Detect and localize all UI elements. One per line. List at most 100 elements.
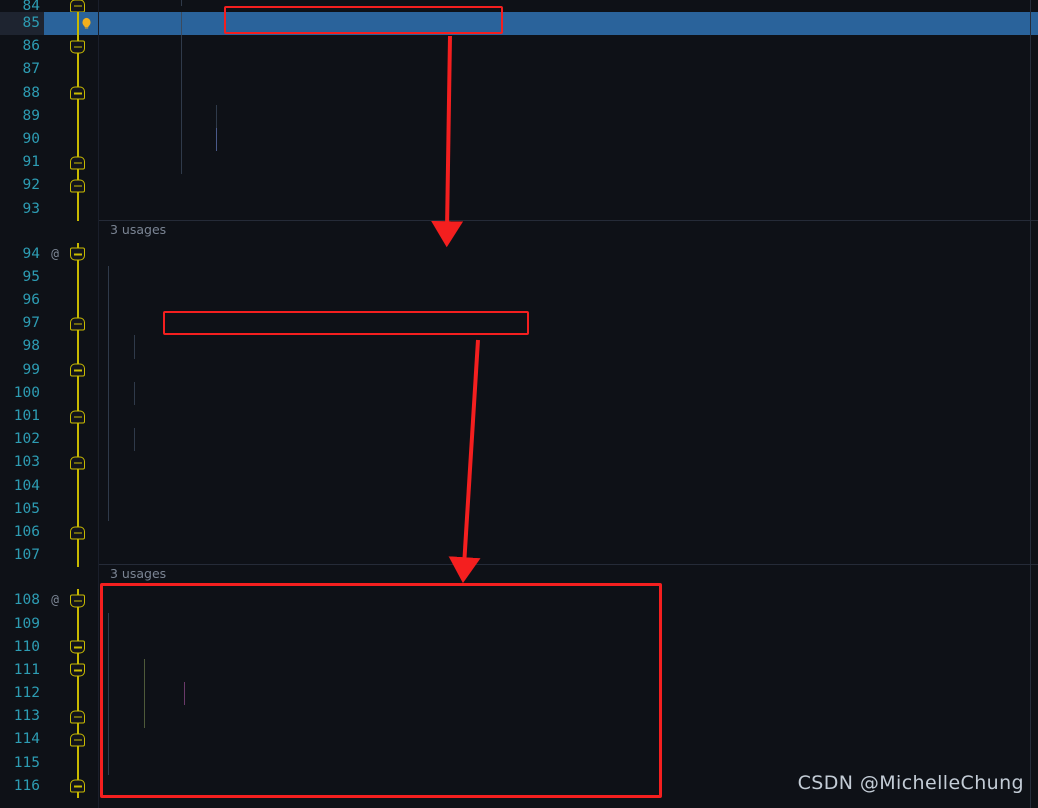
editor-surface[interactable]: 84 } 85 — [0, 0, 1038, 808]
fold-rail[interactable] — [66, 428, 88, 452]
fold-marker-down[interactable] — [66, 589, 88, 613]
code-content-97[interactable]: if (findMagic( expected: XLSX.magic, act… — [98, 312, 1038, 336]
code-line-98[interactable]: 98 return XLSX; — [0, 335, 1038, 359]
fold-marker-down[interactable] — [66, 35, 88, 59]
usages-label-top[interactable]: 3 usages — [110, 222, 166, 238]
code-line-101[interactable]: 101 } else if (findMagic( expected: XLS.… — [0, 405, 1038, 429]
fold-marker-up[interactable] — [66, 312, 88, 336]
code-line-104[interactable]: 104 throw new ExcelCommonException( — [0, 474, 1038, 498]
code-line-108[interactable]: 108 @ private static boolean findMagic(b… — [0, 589, 1038, 613]
code-line-103[interactable]: 103 } — [0, 451, 1038, 475]
fold-rail[interactable] — [66, 381, 88, 405]
code-content-110[interactable]: for (byte expectedByte : expected) { — [98, 635, 1038, 659]
fold-rail[interactable] — [66, 335, 88, 359]
code-content-85[interactable]: return recognitionExcelType(inputStream)… — [98, 12, 1038, 36]
code-content-90[interactable]: "Convert excel format exception.You can … — [98, 127, 1038, 152]
code-content-89[interactable]: throw new ExcelCommonException( — [98, 104, 1038, 128]
fold-rail[interactable] — [66, 197, 88, 221]
fold-marker-up[interactable] — [66, 405, 88, 429]
code-line-95[interactable]: 95 // Grab the first bytes of this strea… — [0, 265, 1038, 290]
fold-marker-up[interactable] — [66, 81, 88, 105]
fold-marker-up[interactable] — [66, 0, 88, 13]
code-line-106[interactable]: 106 } — [0, 520, 1038, 545]
code-content-105[interactable]: "Convert excel format exception.You can … — [98, 497, 1038, 521]
code-content-87[interactable]: throw e; — [98, 58, 1038, 82]
fold-marker-up[interactable] — [66, 520, 88, 545]
code-content-103[interactable]: } — [98, 451, 1038, 475]
code-line-111[interactable]: 111 if (actual[i++] != expectedByte && e… — [0, 658, 1038, 683]
fold-marker-up[interactable] — [66, 774, 88, 798]
line-number: 110 — [13, 638, 40, 655]
fold-marker-down[interactable] — [66, 658, 88, 683]
code-line-105[interactable]: 105 "Convert excel format exception.You … — [0, 497, 1038, 521]
code-content-109[interactable]: int i = 0; — [98, 612, 1038, 636]
fold-rail[interactable] — [66, 265, 88, 290]
code-line-92[interactable]: 92 } — [0, 174, 1038, 198]
code-line-100[interactable]: 100 return CSV; — [0, 381, 1038, 405]
code-content-101[interactable]: } else if (findMagic( expected: XLS.magi… — [98, 405, 1038, 429]
code-line-94[interactable]: 94 @ private static ExcelTypeEnum recogn… — [0, 242, 1038, 266]
code-content-95[interactable]: // Grab the first bytes of this stream — [98, 265, 1038, 290]
fold-rail[interactable] — [66, 751, 88, 775]
code-content-112[interactable]: return false; — [98, 682, 1038, 706]
fold-rail[interactable] — [66, 104, 88, 128]
code-line-112[interactable]: 112 return false; — [0, 682, 1038, 706]
code-line-84[interactable]: 84 } — [0, 0, 1038, 13]
code-line-109[interactable]: 109 int i = 0; — [0, 612, 1038, 636]
code-line-91[interactable]: 91 } — [0, 151, 1038, 175]
code-line-97[interactable]: 97 if (findMagic( expected: XLSX.magic, … — [0, 312, 1038, 336]
annotation-marker[interactable]: @ — [44, 589, 66, 612]
fold-marker-up[interactable] — [66, 451, 88, 475]
code-content-91[interactable]: } — [98, 151, 1038, 175]
fold-rail[interactable] — [66, 127, 88, 152]
code-line-85[interactable]: 85 return recognitionExcelType(inputStre… — [0, 12, 1038, 36]
code-line-89[interactable]: 89 throw new ExcelCommonException( — [0, 104, 1038, 128]
fold-marker-down[interactable] — [66, 635, 88, 659]
code-content-93[interactable] — [98, 198, 1038, 221]
code-content-99[interactable]: } else if (findMagic( expected: CSV.magi… — [98, 358, 1038, 382]
code-content-111[interactable]: if (actual[i++] != expectedByte && expec… — [98, 658, 1038, 683]
fold-marker-up[interactable] — [66, 358, 88, 382]
code-content-92[interactable]: } — [98, 174, 1038, 197]
fold-rail[interactable] — [66, 58, 88, 82]
code-content-84[interactable]: } — [98, 0, 1038, 6]
line-number: 86 — [22, 38, 40, 55]
fold-rail[interactable] — [66, 497, 88, 521]
code-line-102[interactable]: 102 return XLS; — [0, 428, 1038, 452]
fold-marker-up[interactable] — [66, 151, 88, 175]
code-line-96[interactable]: 96 byte[] data = IOUtils.peekFirstNBytes… — [0, 289, 1038, 313]
fold-rail[interactable] — [66, 682, 88, 706]
code-content-113[interactable]: } — [98, 705, 1038, 729]
fold-marker-up[interactable] — [66, 174, 88, 198]
fold-rail[interactable] — [66, 612, 88, 636]
code-content-88[interactable]: } catch (Exception e) { — [98, 81, 1038, 105]
code-line-88[interactable]: 88 } catch (Exception e) { — [0, 81, 1038, 105]
code-line-113[interactable]: 113 } — [0, 705, 1038, 729]
fold-rail[interactable] — [66, 544, 88, 568]
code-content-96[interactable]: byte[] data = IOUtils.peekFirstNBytes(in… — [98, 289, 1038, 313]
code-content-114[interactable]: } — [98, 728, 1038, 752]
code-content-100[interactable]: return CSV; — [98, 381, 1038, 405]
fold-marker-up[interactable] — [66, 728, 88, 752]
code-line-90[interactable]: 90 "Convert excel format exception.You c… — [0, 127, 1038, 152]
code-line-87[interactable]: 87 throw e; — [0, 58, 1038, 82]
code-line-86[interactable]: 86 } catch (ExcelCommonException e) { — [0, 35, 1038, 59]
code-line-93[interactable]: 93 — [0, 197, 1038, 221]
annotation-marker[interactable]: @ — [44, 243, 66, 266]
fold-rail[interactable] — [66, 289, 88, 313]
code-content-98[interactable]: return XLSX; — [98, 335, 1038, 359]
code-line-114[interactable]: 114 } — [0, 728, 1038, 752]
usages-label-bottom[interactable]: 3 usages — [110, 566, 166, 582]
lightbulb-icon[interactable] — [80, 17, 93, 30]
code-content-108[interactable]: private static boolean findMagic(byte[] … — [98, 589, 1038, 612]
code-content-86[interactable]: } catch (ExcelCommonException e) { — [98, 35, 1038, 59]
code-content-102[interactable]: return XLS; — [98, 428, 1038, 452]
fold-marker-up[interactable] — [66, 705, 88, 729]
fold-rail[interactable] — [66, 474, 88, 498]
code-line-99[interactable]: 99 } else if (findMagic( expected: CSV.m… — [0, 358, 1038, 382]
code-content-106[interactable]: } — [98, 521, 1038, 544]
code-line-110[interactable]: 110 for (byte expectedByte : expected) { — [0, 635, 1038, 659]
code-content-104[interactable]: throw new ExcelCommonException( — [98, 474, 1038, 498]
code-content-94[interactable]: private static ExcelTypeEnum recognition… — [98, 243, 1038, 266]
fold-marker-down[interactable] — [66, 242, 88, 266]
